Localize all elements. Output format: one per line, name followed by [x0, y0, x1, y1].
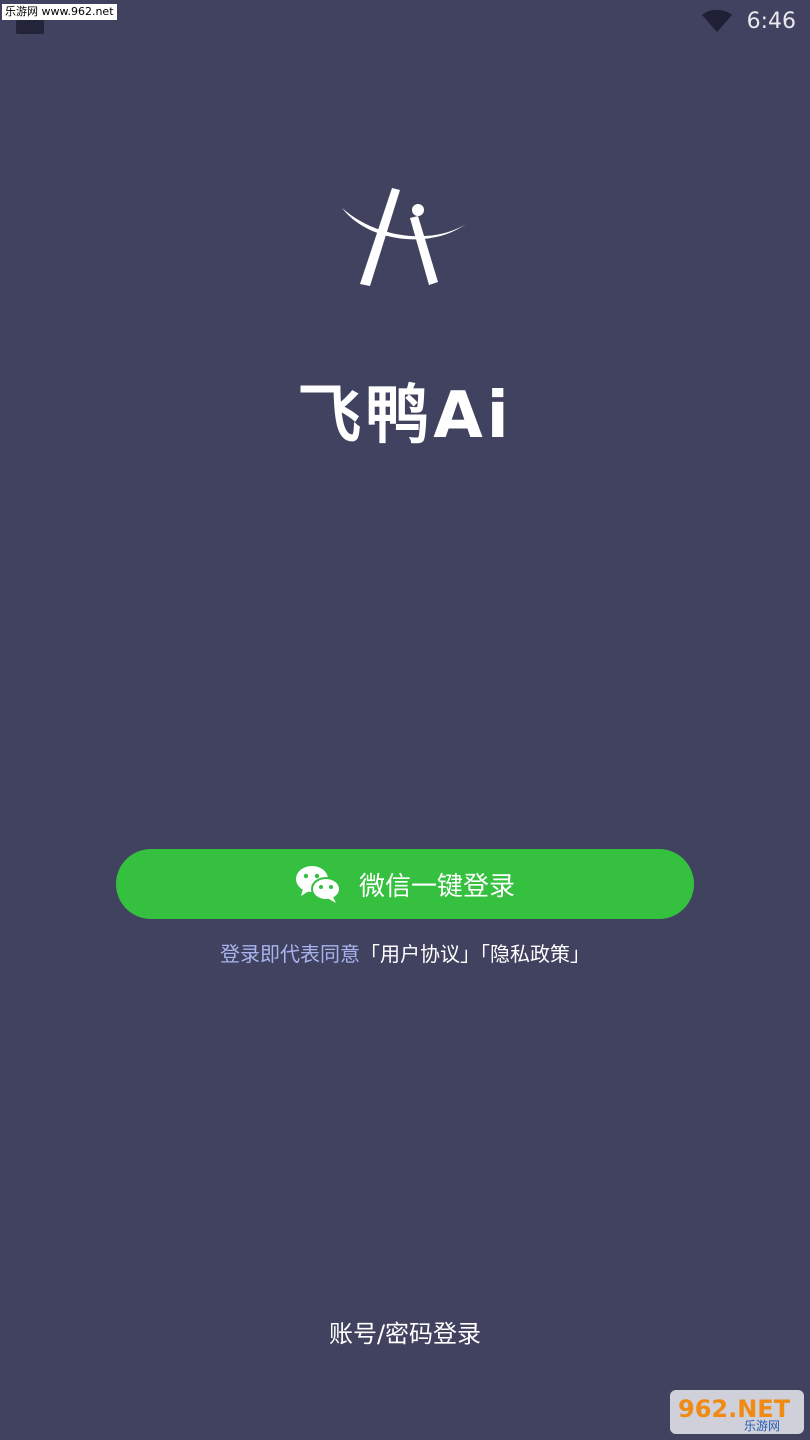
feiya-ai-logo: [342, 188, 466, 286]
watermark-subtitle: 乐游网: [744, 1419, 780, 1433]
agreement-text: 登录即代表同意「用户协议」「隐私政策」: [0, 940, 810, 968]
account-password-login-link[interactable]: 账号/密码登录: [0, 1314, 810, 1349]
watermark-top: 乐游网 www.962.net: [2, 4, 117, 20]
app-name: 飞鸭Ai: [297, 379, 513, 453]
wechat-login-label: 微信一键登录: [358, 871, 515, 902]
privacy-policy-link[interactable]: 「隐私政策」: [480, 942, 590, 966]
wechat-login-button[interactable]: 微信一键登录: [116, 849, 694, 919]
status-notification-icon: [16, 20, 44, 34]
wifi-icon: [701, 9, 732, 32]
user-agreement-link[interactable]: 「用户协议」: [360, 942, 480, 966]
watermark-962-logo: 962.NET 乐游网: [670, 1390, 804, 1434]
agreement-prefix: 登录即代表同意: [220, 942, 360, 966]
status-bar: 6:46: [701, 6, 796, 36]
status-time: 6:46: [746, 8, 796, 34]
wechat-icon: [295, 866, 341, 903]
